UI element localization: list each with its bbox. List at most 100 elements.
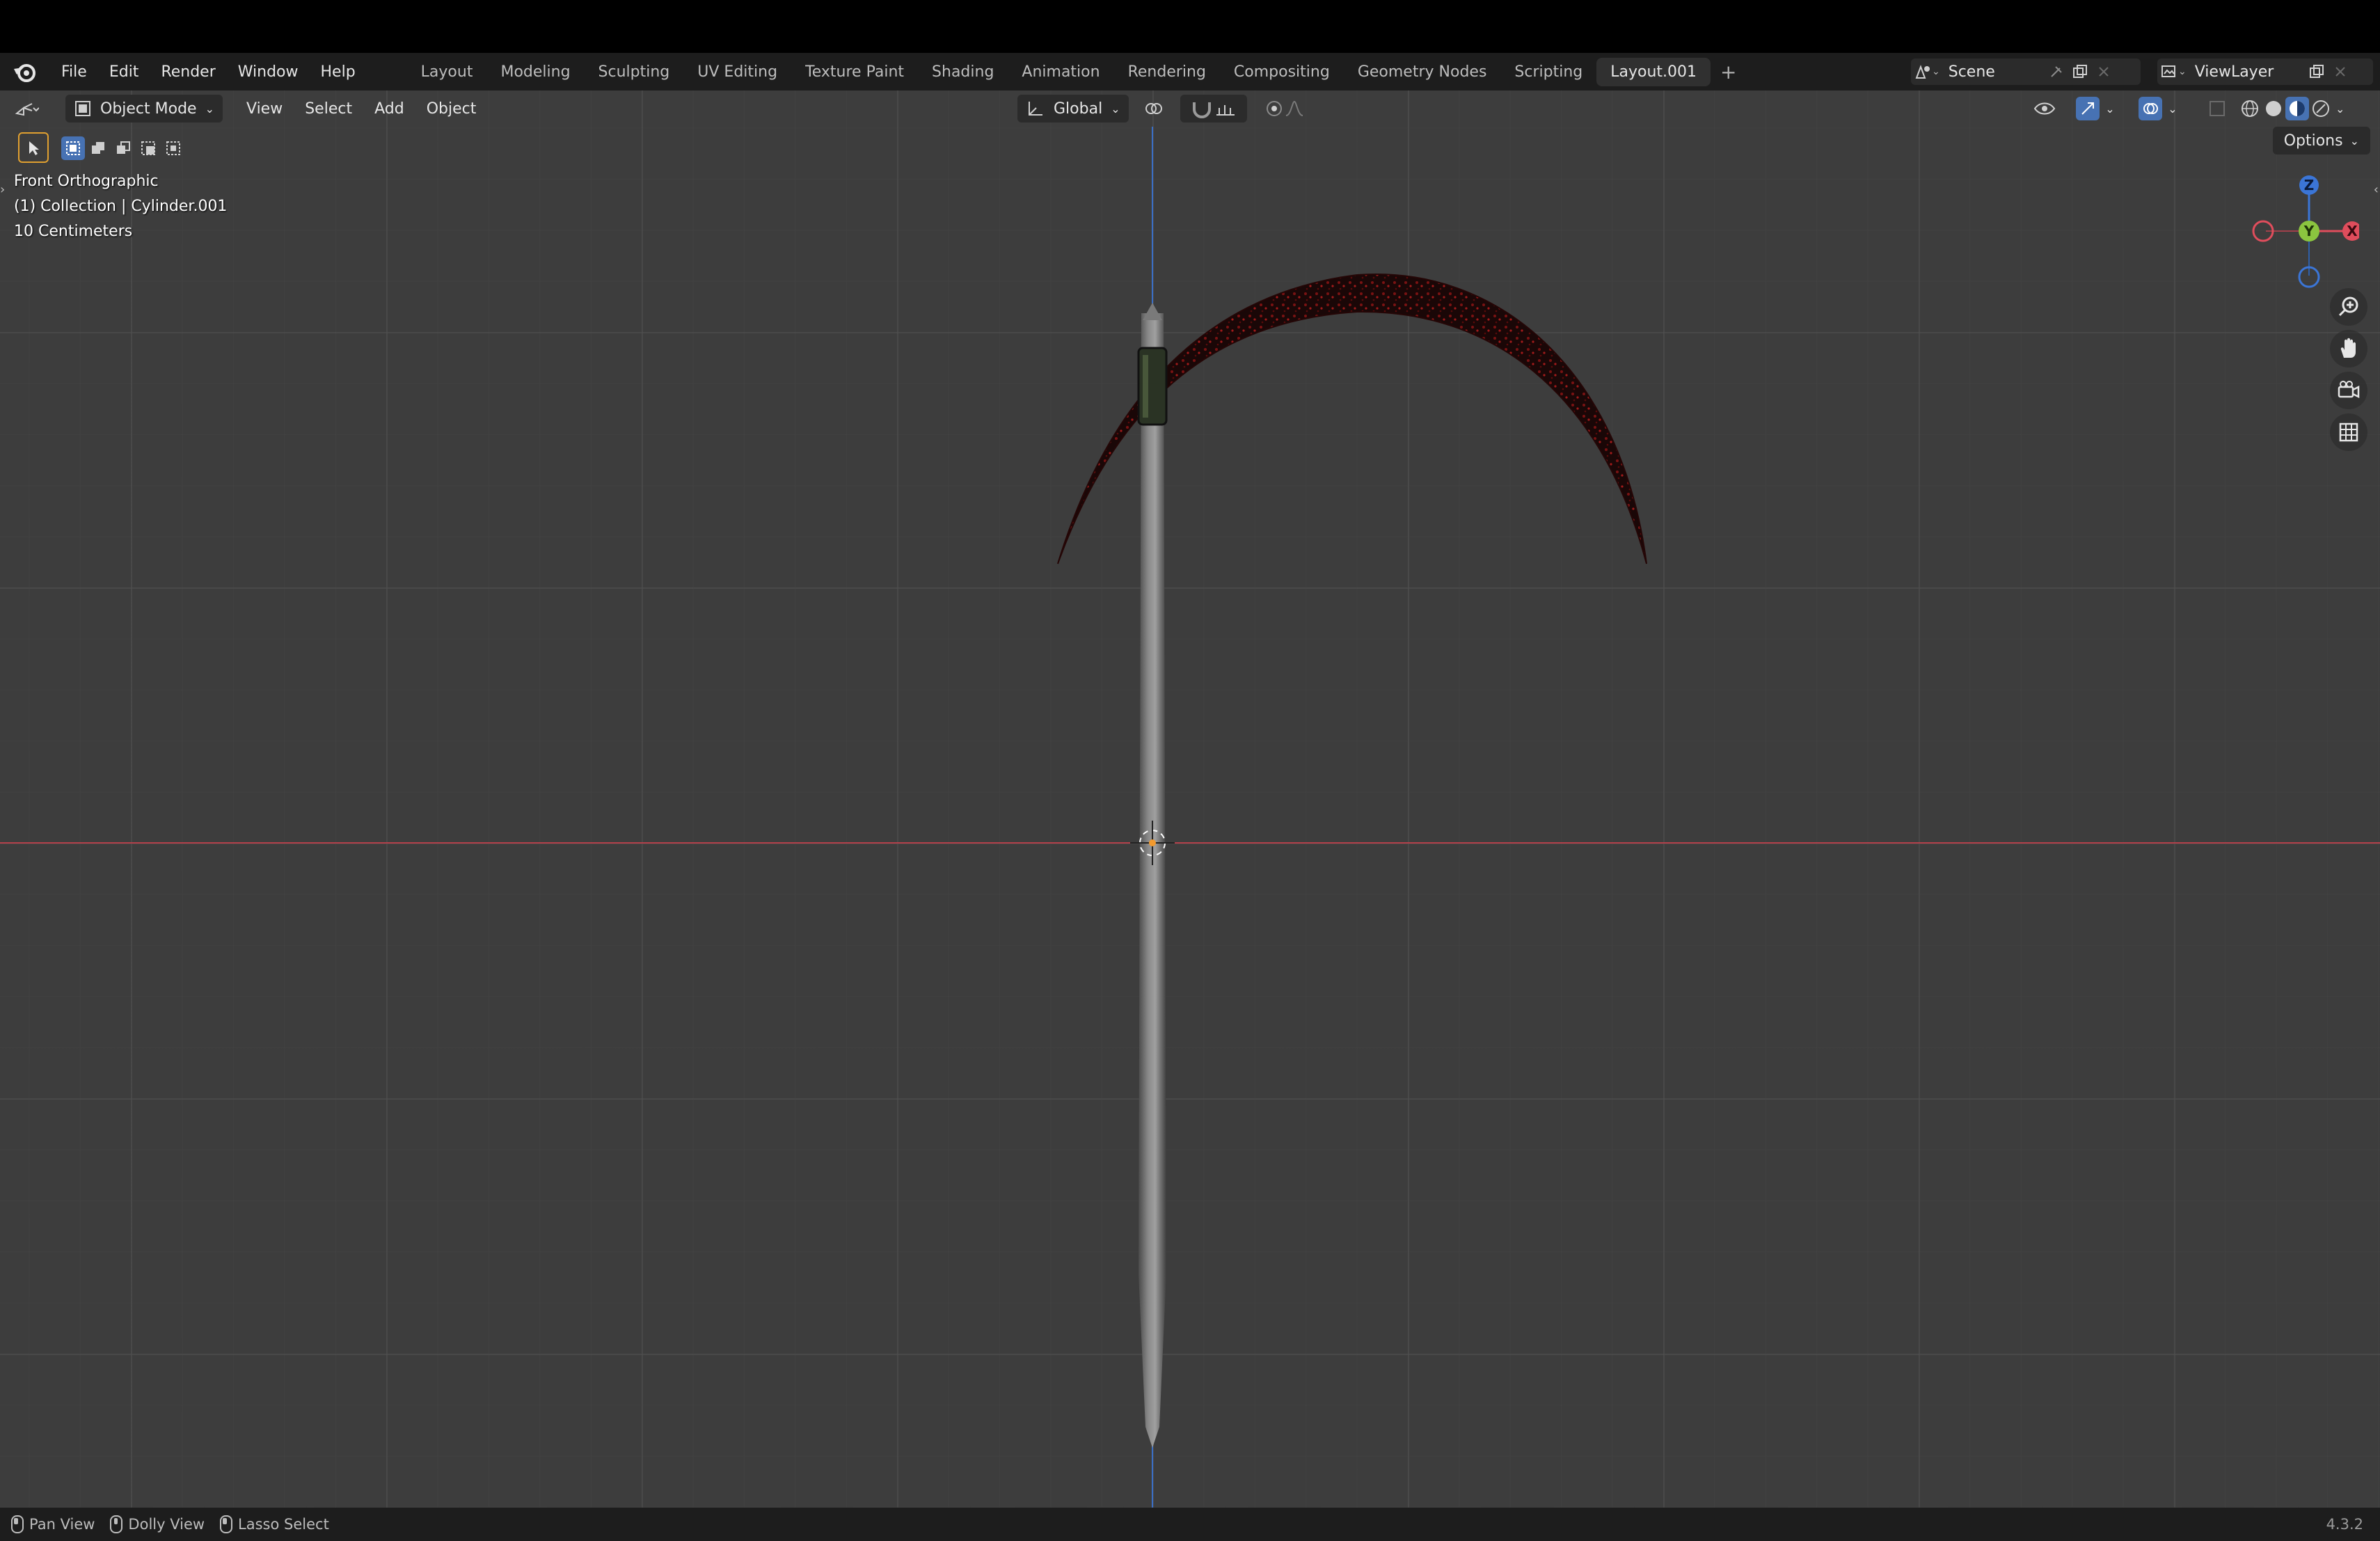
menu-render[interactable]: Render: [150, 59, 226, 85]
view-layer-selector[interactable]: ⌄ ViewLayer: [2157, 58, 2373, 85]
chevron-down-icon: ⌄: [205, 102, 214, 116]
status-bar: Pan View Dolly View Lasso Select 4.3.2: [0, 1508, 2380, 1541]
3d-viewport[interactable]: Object Mode ⌄ View Select Add Object Glo…: [0, 90, 2380, 1508]
viewport-header: Object Mode ⌄ View Select Add Object Glo…: [0, 90, 2380, 127]
object-origin: [1149, 839, 1156, 846]
options-button[interactable]: Options ⌄: [2272, 127, 2370, 155]
version-label: 4.3.2: [2326, 1516, 2363, 1533]
gizmo-toggle-button[interactable]: ⌄: [2071, 95, 2120, 123]
proportional-editing-icon: [1267, 101, 1282, 116]
proportional-editing-button[interactable]: [1257, 95, 1312, 123]
xray-icon: [2210, 101, 2225, 116]
wireframe-shading-icon[interactable]: [2238, 97, 2262, 120]
tab-uv-editing[interactable]: UV Editing: [683, 58, 791, 86]
viewport-menu-select[interactable]: Select: [294, 100, 363, 118]
chevron-down-icon: ⌄: [2168, 102, 2177, 116]
select-tool-button[interactable]: [18, 132, 49, 163]
view-layer-name[interactable]: ViewLayer: [2187, 63, 2305, 81]
add-workspace-button[interactable]: +: [1711, 61, 1746, 84]
select-new-icon[interactable]: [61, 136, 85, 160]
tab-texture-paint[interactable]: Texture Paint: [791, 58, 918, 86]
delete-view-layer-icon[interactable]: [2329, 60, 2352, 84]
xray-toggle-button[interactable]: [2203, 95, 2231, 123]
scene-icon: [1911, 60, 1935, 84]
new-view-layer-icon[interactable]: [2305, 60, 2329, 84]
falloff-icon: [1285, 100, 1303, 116]
scene-selector[interactable]: ⌄ Scene: [1911, 58, 2141, 85]
view-layer-icon: [2157, 60, 2181, 84]
tab-geometry-nodes[interactable]: Geometry Nodes: [1344, 58, 1501, 86]
toggle-perspective-button[interactable]: [2330, 413, 2367, 451]
tab-rendering[interactable]: Rendering: [1114, 58, 1220, 86]
rendered-shading-icon[interactable]: [2309, 97, 2333, 120]
navigation-gizmo[interactable]: Z X Y: [2248, 167, 2359, 299]
select-extend-icon[interactable]: [86, 136, 110, 160]
visibility-button[interactable]: [2024, 95, 2065, 123]
viewport-menu-object[interactable]: Object: [415, 100, 488, 118]
tab-layout-001[interactable]: Layout.001: [1596, 57, 1711, 86]
select-subtract-icon[interactable]: [111, 136, 135, 160]
scene-name[interactable]: Scene: [1940, 63, 2045, 81]
camera-icon: [2338, 381, 2360, 399]
editor-type-button[interactable]: [14, 95, 56, 123]
delete-scene-icon[interactable]: [2092, 60, 2116, 84]
overlays-toggle-button[interactable]: ⌄: [2134, 95, 2182, 123]
material-preview-shading-icon[interactable]: [2285, 97, 2309, 120]
menu-window[interactable]: Window: [227, 59, 310, 85]
tab-sculpting[interactable]: Sculpting: [585, 58, 684, 86]
mouse-left-icon: [11, 1515, 24, 1533]
tab-compositing[interactable]: Compositing: [1220, 58, 1344, 86]
toolbar-expand-icon[interactable]: ›: [0, 182, 5, 197]
chevron-down-icon: ⌄: [2349, 134, 2359, 148]
tab-shading[interactable]: Shading: [918, 58, 1008, 86]
mode-selector[interactable]: Object Mode ⌄: [65, 95, 223, 123]
tab-layout[interactable]: Layout: [407, 58, 487, 86]
status-dolly-view: Dolly View: [110, 1515, 205, 1533]
menu-file[interactable]: File: [50, 59, 98, 85]
snap-increment-icon: [1216, 105, 1235, 116]
tab-modeling[interactable]: Modeling: [486, 58, 584, 86]
snapping-button[interactable]: [1180, 95, 1247, 123]
tab-scripting[interactable]: Scripting: [1500, 58, 1596, 86]
pan-view-button[interactable]: [2330, 330, 2367, 368]
viewport-menu-add[interactable]: Add: [363, 100, 415, 118]
hand-icon: [2340, 338, 2356, 358]
selection-mode-group: [61, 135, 185, 161]
grid-scale-label: 10 Centimeters: [14, 223, 133, 240]
pivot-point-button[interactable]: [1133, 95, 1175, 123]
viewport-menu-view[interactable]: View: [235, 100, 294, 118]
overlays-icon: [2139, 97, 2163, 120]
workspace-tabs: Layout Modeling Sculpting UV Editing Tex…: [407, 57, 1747, 86]
blender-logo-icon[interactable]: [11, 58, 39, 86]
svg-text:X: X: [2347, 223, 2358, 239]
orientation-label: Global: [1054, 100, 1103, 118]
shading-mode-group: ⌄: [2234, 95, 2349, 123]
chevron-down-icon[interactable]: ⌄: [2335, 102, 2345, 116]
status-pan-view-label: Pan View: [29, 1516, 95, 1533]
scene-canvas[interactable]: [0, 90, 2380, 1508]
tab-animation[interactable]: Animation: [1008, 58, 1113, 86]
menu-help[interactable]: Help: [310, 59, 367, 85]
select-invert-icon[interactable]: [136, 136, 160, 160]
top-bar: File Edit Render Window Help Layout Mode…: [0, 53, 2380, 90]
transform-orientation-selector[interactable]: Global ⌄: [1017, 95, 1129, 123]
chevron-down-icon: ⌄: [1111, 102, 1120, 116]
mode-label: Object Mode: [100, 100, 197, 118]
menu-edit[interactable]: Edit: [98, 59, 150, 85]
solid-shading-icon[interactable]: [2262, 97, 2285, 120]
orientation-icon: [1029, 102, 1042, 116]
zoom-view-button[interactable]: [2330, 288, 2367, 326]
pin-icon[interactable]: [2045, 60, 2068, 84]
status-lasso-select-label: Lasso Select: [238, 1516, 329, 1533]
status-pan-view: Pan View: [11, 1515, 95, 1533]
grid-icon: [2339, 422, 2358, 442]
new-scene-icon[interactable]: [2068, 60, 2092, 84]
editor-type-icon: [15, 103, 39, 116]
options-label: Options: [2283, 132, 2343, 150]
sidebar-expand-icon[interactable]: ‹: [2374, 182, 2379, 197]
object-mode-icon: [75, 101, 90, 116]
camera-view-button[interactable]: [2330, 372, 2367, 409]
select-intersect-icon[interactable]: [161, 136, 185, 160]
chevron-down-icon: ⌄: [1932, 66, 1940, 77]
magnet-icon: [1193, 102, 1211, 118]
